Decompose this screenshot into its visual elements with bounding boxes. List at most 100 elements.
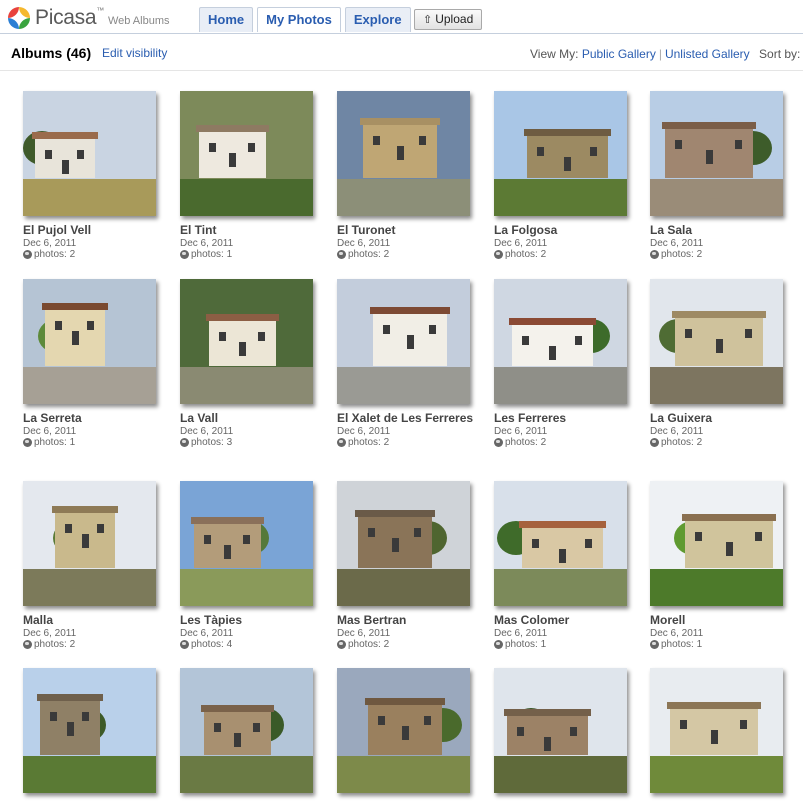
album-thumbnail[interactable] bbox=[494, 668, 627, 793]
album-item[interactable]: El Xalet de Les Ferreres Dec 6, 2011 pho… bbox=[337, 279, 477, 448]
album-title[interactable]: El Xalet de Les Ferreres bbox=[337, 412, 477, 425]
album-photo-count: photos: 1 bbox=[650, 639, 790, 650]
album-photo-count: photos: 3 bbox=[180, 437, 320, 448]
album-item[interactable]: Malla Dec 6, 2011 photos: 2 bbox=[23, 481, 163, 650]
sort-by-label[interactable]: Sort by: bbox=[759, 47, 800, 61]
album-photo-count: photos: 1 bbox=[180, 249, 320, 260]
unlisted-gallery-link[interactable]: Unlisted Gallery bbox=[665, 47, 750, 61]
album-item[interactable]: El Pujol Vell Dec 6, 2011 photos: 2 bbox=[23, 91, 163, 260]
album-photo-count: photos: 1 bbox=[23, 437, 163, 448]
album-title[interactable]: La Serreta bbox=[23, 412, 163, 425]
album-thumbnail[interactable] bbox=[494, 91, 627, 216]
album-thumbnail[interactable] bbox=[180, 481, 313, 606]
album-date: Dec 6, 2011 bbox=[23, 628, 77, 639]
album-thumbnail[interactable] bbox=[650, 668, 783, 793]
picasa-logo[interactable]: Picasa™ Web Albums bbox=[8, 6, 170, 30]
album-photo-count: photos: 2 bbox=[337, 639, 477, 650]
album-count-text: photos: 2 bbox=[661, 249, 703, 260]
album-thumbnail[interactable] bbox=[337, 481, 470, 606]
album-thumbnail[interactable] bbox=[23, 481, 156, 606]
album-title[interactable]: Morell bbox=[650, 614, 790, 627]
album-count-text: photos: 2 bbox=[348, 437, 390, 448]
album-title[interactable]: Les Ferreres bbox=[494, 412, 634, 425]
album-item[interactable]: Les Tàpies Dec 6, 2011 photos: 4 bbox=[180, 481, 320, 650]
album-item[interactable] bbox=[337, 668, 477, 801]
album-thumbnail[interactable] bbox=[180, 91, 313, 216]
album-date: Dec 6, 2011 bbox=[650, 238, 704, 249]
edit-visibility-link[interactable]: Edit visibility bbox=[102, 46, 167, 60]
album-thumbnail[interactable] bbox=[180, 668, 313, 793]
album-title[interactable]: La Guixera bbox=[650, 412, 790, 425]
album-date: Dec 6, 2011 bbox=[494, 628, 548, 639]
album-item[interactable]: Les Ferreres Dec 6, 2011 photos: 2 bbox=[494, 279, 634, 448]
globe-icon bbox=[650, 640, 659, 649]
album-item[interactable]: La Serreta Dec 6, 2011 photos: 1 bbox=[23, 279, 163, 448]
album-item[interactable] bbox=[650, 668, 790, 801]
tab-explore[interactable]: Explore bbox=[344, 7, 411, 32]
album-thumbnail[interactable] bbox=[23, 668, 156, 793]
globe-icon bbox=[180, 250, 189, 259]
logo-subtitle: Web Albums bbox=[107, 15, 170, 27]
album-date: Dec 6, 2011 bbox=[650, 426, 704, 437]
album-thumbnail[interactable] bbox=[494, 481, 627, 606]
album-item[interactable]: La Guixera Dec 6, 2011 photos: 2 bbox=[650, 279, 790, 448]
tab-my-photos[interactable]: My Photos bbox=[257, 7, 341, 32]
album-thumbnail[interactable] bbox=[337, 91, 470, 216]
album-item[interactable]: Morell Dec 6, 2011 photos: 1 bbox=[650, 481, 790, 650]
globe-icon bbox=[23, 438, 32, 447]
album-title[interactable]: La Vall bbox=[180, 412, 320, 425]
tab-home[interactable]: Home bbox=[199, 7, 254, 32]
globe-icon bbox=[494, 250, 503, 259]
album-title[interactable]: Malla bbox=[23, 614, 163, 627]
album-thumbnail[interactable] bbox=[337, 279, 470, 404]
album-photo-count: photos: 2 bbox=[494, 437, 634, 448]
album-thumbnail[interactable] bbox=[650, 91, 783, 216]
album-title[interactable]: Les Tàpies bbox=[180, 614, 320, 627]
globe-icon bbox=[23, 250, 32, 259]
album-title[interactable]: El Turonet bbox=[337, 224, 477, 237]
album-photo-count: photos: 2 bbox=[650, 437, 790, 448]
globe-icon bbox=[337, 438, 346, 447]
album-date: Dec 6, 2011 bbox=[650, 628, 704, 639]
album-thumbnail[interactable] bbox=[650, 481, 783, 606]
album-item[interactable] bbox=[23, 668, 163, 801]
album-thumbnail[interactable] bbox=[23, 91, 156, 216]
album-count-text: photos: 2 bbox=[34, 639, 76, 650]
album-photo-count: photos: 1 bbox=[494, 639, 634, 650]
album-item[interactable] bbox=[494, 668, 634, 801]
album-item[interactable]: El Turonet Dec 6, 2011 photos: 2 bbox=[337, 91, 477, 260]
album-title[interactable]: El Tint bbox=[180, 224, 320, 237]
album-item[interactable]: El Tint Dec 6, 2011 photos: 1 bbox=[180, 91, 320, 260]
upload-button[interactable]: ⇧ Upload bbox=[414, 9, 483, 30]
album-count-text: photos: 1 bbox=[505, 639, 547, 650]
album-thumbnail[interactable] bbox=[494, 279, 627, 404]
upload-label: Upload bbox=[435, 12, 474, 26]
album-thumbnail[interactable] bbox=[650, 279, 783, 404]
public-gallery-link[interactable]: Public Gallery bbox=[582, 47, 656, 61]
album-date: Dec 6, 2011 bbox=[337, 238, 391, 249]
album-item[interactable] bbox=[180, 668, 320, 801]
album-thumbnail[interactable] bbox=[23, 279, 156, 404]
album-date: Dec 6, 2011 bbox=[23, 238, 77, 249]
album-item[interactable]: La Sala Dec 6, 2011 photos: 2 bbox=[650, 91, 790, 260]
album-count-text: photos: 2 bbox=[34, 249, 76, 260]
album-item[interactable]: Mas Colomer Dec 6, 2011 photos: 1 bbox=[494, 481, 634, 650]
album-count-text: photos: 2 bbox=[348, 249, 390, 260]
album-title[interactable]: La Sala bbox=[650, 224, 790, 237]
globe-icon bbox=[180, 640, 189, 649]
album-title[interactable]: La Folgosa bbox=[494, 224, 634, 237]
album-item[interactable]: La Vall Dec 6, 2011 photos: 3 bbox=[180, 279, 320, 448]
album-title[interactable]: El Pujol Vell bbox=[23, 224, 163, 237]
globe-icon bbox=[180, 438, 189, 447]
album-count-text: photos: 2 bbox=[348, 639, 390, 650]
album-date: Dec 6, 2011 bbox=[494, 238, 548, 249]
album-thumbnail[interactable] bbox=[180, 279, 313, 404]
album-item[interactable]: La Folgosa Dec 6, 2011 photos: 2 bbox=[494, 91, 634, 260]
album-thumbnail[interactable] bbox=[337, 668, 470, 793]
view-my-controls: View My: Public Gallery | Unlisted Gallery… bbox=[530, 47, 800, 61]
album-photo-count: photos: 2 bbox=[337, 437, 477, 448]
album-item[interactable]: Mas Bertran Dec 6, 2011 photos: 2 bbox=[337, 481, 477, 650]
album-count-text: photos: 1 bbox=[191, 249, 233, 260]
album-title[interactable]: Mas Bertran bbox=[337, 614, 477, 627]
album-title[interactable]: Mas Colomer bbox=[494, 614, 634, 627]
